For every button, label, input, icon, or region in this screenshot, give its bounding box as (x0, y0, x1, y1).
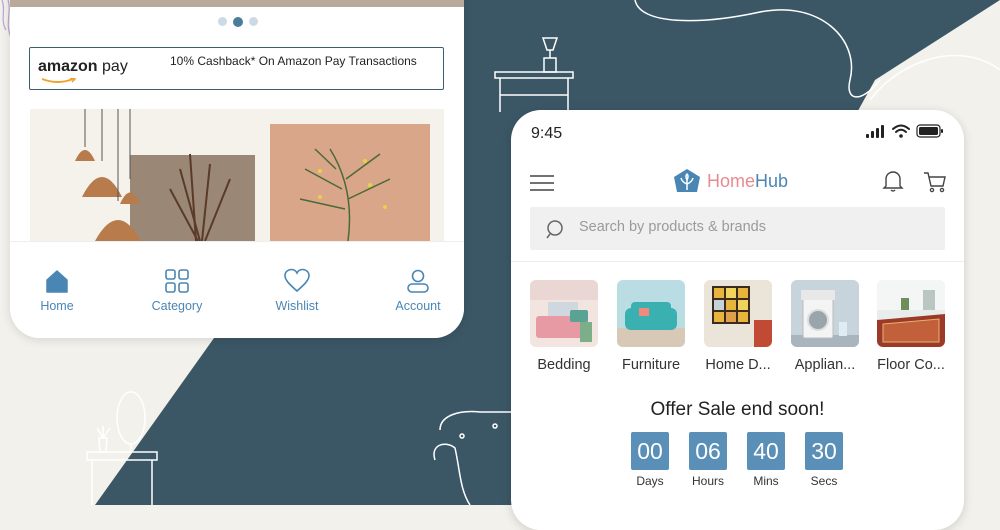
amazon-smile-icon (41, 78, 77, 83)
timer-secs: 30 Secs (804, 432, 844, 488)
battery-icon (916, 124, 943, 138)
home-icon (46, 270, 68, 293)
homehub-logo-icon (674, 169, 700, 192)
signal-icon (866, 125, 884, 138)
promo-text: 10% Cashback* On Amazon Pay Transactions (170, 54, 417, 68)
carousel-dot[interactable] (218, 17, 227, 26)
app-header: HomeHub (511, 165, 964, 197)
amazon-pay-promo-banner[interactable]: amazon pay 10% Cashback* On Amazon Pay T… (29, 47, 444, 90)
search-input[interactable]: Search by products & brands (579, 219, 766, 235)
floor-coverings-thumbnail (877, 280, 945, 347)
decor-photo-banner[interactable] (30, 109, 444, 241)
status-time: 9:45 (531, 125, 563, 142)
search-icon (546, 220, 563, 239)
heart-icon (284, 268, 310, 293)
right-phone-screen: 9:45 HomeHub Search by products & brands… (511, 110, 964, 530)
nav-category[interactable]: Category (132, 268, 222, 313)
timer-hours: 06 Hours (688, 432, 728, 488)
decor-photo (30, 109, 444, 241)
category-furniture[interactable]: Furniture (611, 280, 691, 373)
banner-carousel-bottom[interactable] (10, 0, 464, 7)
bottom-navigation: Home Category Wishlist Account (10, 241, 464, 338)
nav-wishlist[interactable]: Wishlist (252, 268, 342, 313)
nav-account[interactable]: Account (373, 268, 463, 313)
hamburger-menu-icon[interactable] (530, 175, 554, 191)
bell-icon[interactable] (882, 170, 904, 192)
category-bedding[interactable]: Bedding (524, 280, 604, 373)
search-bar[interactable]: Search by products & brands (530, 207, 945, 250)
carousel-dots (218, 16, 258, 27)
amazon-pay-logo: amazon pay (38, 58, 128, 75)
carousel-dot-active[interactable] (233, 16, 243, 27)
bedding-thumbnail (530, 280, 598, 347)
cart-icon[interactable] (923, 171, 947, 193)
category-floor-coverings[interactable]: Floor Co... (871, 280, 951, 373)
user-icon (407, 269, 429, 293)
home-decor-thumbnail (704, 280, 772, 347)
nav-home[interactable]: Home (12, 268, 102, 313)
left-phone-screen: amazon pay 10% Cashback* On Amazon Pay T… (10, 0, 464, 338)
offer-title: Offer Sale end soon! (650, 399, 825, 420)
furniture-thumbnail (617, 280, 685, 347)
homehub-logo[interactable]: HomeHub (673, 168, 788, 194)
appliances-thumbnail (791, 280, 859, 347)
wifi-icon (892, 124, 910, 138)
divider (511, 261, 964, 262)
status-icons (866, 124, 944, 138)
timer-mins: 40 Mins (746, 432, 786, 488)
carousel-dot[interactable] (249, 17, 258, 26)
timer-days: 00 Days (630, 432, 670, 488)
category-appliances[interactable]: Applian... (785, 280, 865, 373)
category-home-decor[interactable]: Home D... (698, 280, 778, 373)
grid-icon (165, 269, 189, 293)
